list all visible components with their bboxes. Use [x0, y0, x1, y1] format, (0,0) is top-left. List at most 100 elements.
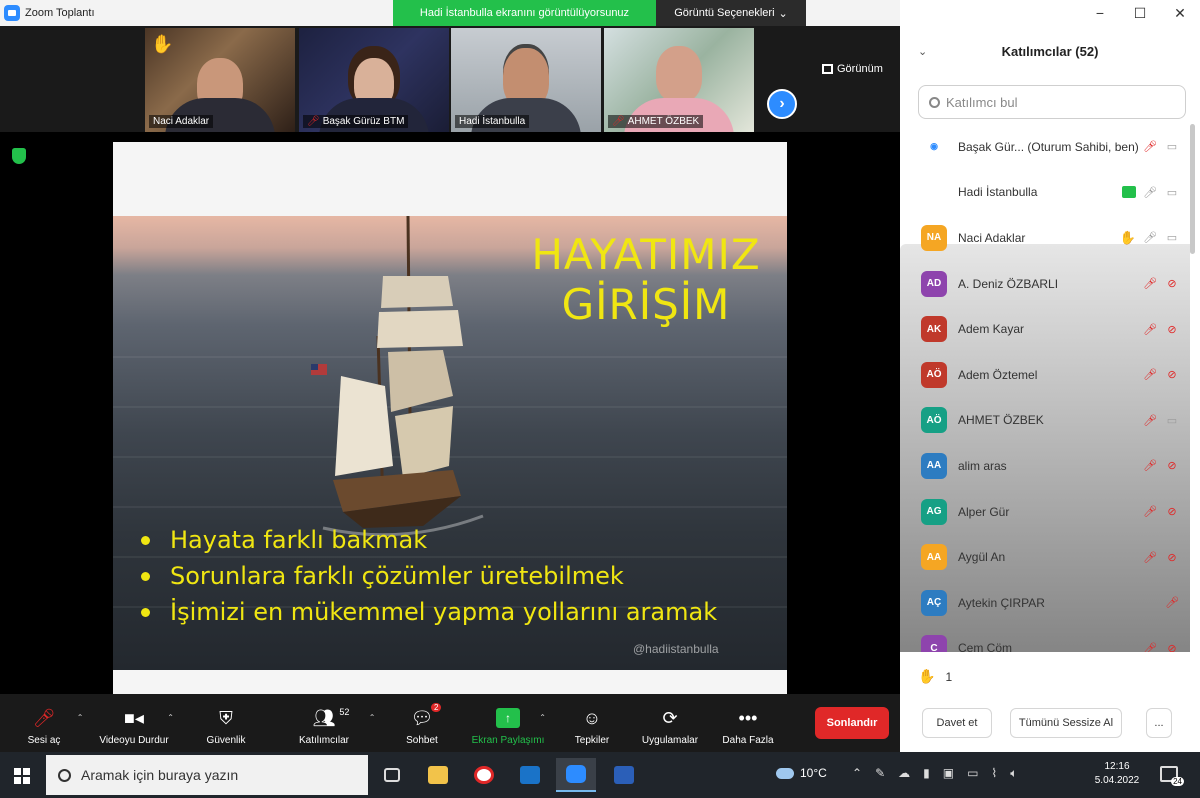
network-icon[interactable]: ⌇	[991, 766, 997, 781]
taskbar-clock[interactable]: 12:16 5.04.2022	[1094, 760, 1140, 788]
mic-icon[interactable]: 🎤︎	[1142, 184, 1158, 200]
taskbar-search-input[interactable]: Aramak için buraya yazın	[46, 755, 368, 795]
mute-all-button[interactable]: Tümünü Sessize Al	[1010, 708, 1122, 738]
apps-button[interactable]: ⟳ Uygulamalar	[630, 700, 710, 747]
view-button[interactable]: Görünüm	[822, 63, 883, 75]
video-off-icon[interactable]: ⊘	[1164, 321, 1180, 337]
collapse-chevron-icon[interactable]: ⌄	[918, 45, 927, 58]
mic-muted-icon[interactable]: 🎤︎	[1142, 412, 1158, 428]
invite-button[interactable]: Davet et	[922, 708, 992, 738]
notification-center-icon[interactable]: 24	[1160, 766, 1184, 786]
participant-row[interactable]: AÖ AHMET ÖZBEK 🎤︎ ▭	[900, 398, 1190, 444]
view-options-button[interactable]: Görüntü Seçenekleri ⌄	[656, 0, 806, 26]
volume-icon[interactable]: 🔈︎	[1010, 766, 1017, 781]
video-off-icon[interactable]: ⊘	[1164, 276, 1180, 292]
encryption-shield-icon[interactable]	[12, 148, 26, 164]
window-controls: − ☐ ✕	[1080, 0, 1200, 26]
grid-view-icon	[822, 64, 833, 74]
mic-muted-icon[interactable]: 🎤︎	[1142, 276, 1158, 292]
toolbar-label: Katılımcılar	[298, 735, 349, 746]
end-meeting-button[interactable]: Sonlandır	[815, 707, 889, 739]
cloud-icon[interactable]: ☁	[898, 766, 910, 781]
mic-muted-icon[interactable]: 🎤︎	[1142, 139, 1158, 155]
video-thumb-ahmet[interactable]: 🎤︎ AHMET ÖZBEK	[604, 28, 754, 132]
video-icon[interactable]: ▭	[1164, 139, 1180, 155]
unmute-button[interactable]: 🎤︎ ⌃ Sesi aç	[4, 700, 84, 747]
mic-muted-icon[interactable]: 🎤︎	[1142, 367, 1158, 383]
participant-name: Naci Adaklar	[958, 230, 1026, 245]
share-screen-button[interactable]: ↑ ⌃ Ekran Paylaşımı	[468, 700, 548, 746]
reactions-button[interactable]: ☺ Tepkiler	[552, 700, 632, 747]
participant-row[interactable]: AÖ Adem Öztemel 🎤︎ ⊘	[900, 352, 1190, 398]
participant-row[interactable]: ◉ Başak Gür... (Oturum Sahibi, ben) 🎤︎ ▭	[900, 124, 1190, 170]
chat-button[interactable]: 💬︎ 2 Sohbet	[382, 700, 462, 746]
mic-muted-icon[interactable]: 🎤︎	[1142, 504, 1158, 520]
display-icon[interactable]: ▣	[943, 766, 954, 781]
pen-icon[interactable]: ✎	[875, 766, 885, 781]
video-icon[interactable]: ▭	[1164, 184, 1180, 200]
toolbar-label: Ekran Paylaşımı	[471, 735, 545, 746]
slide-title: HAYATIMIZ GİRİŞİM	[531, 230, 761, 330]
panel-more-button[interactable]: ...	[1146, 708, 1172, 738]
mic-muted-icon[interactable]: 🎤︎	[1142, 549, 1158, 565]
caret-up-icon[interactable]: ⌃	[369, 713, 376, 722]
yandex-browser-icon[interactable]	[464, 758, 504, 792]
participant-row[interactable]: C Cem Cöm 🎤︎ ⊘	[900, 626, 1190, 652]
video-off-icon[interactable]: ⊘	[1164, 549, 1180, 565]
participant-search-input[interactable]: Katılımcı bul	[918, 85, 1186, 119]
video-off-icon[interactable]: ⊘	[1164, 367, 1180, 383]
minimize-button[interactable]: −	[1080, 0, 1120, 26]
avatar: AK	[921, 316, 947, 343]
task-view-button[interactable]	[372, 758, 412, 792]
participant-row[interactable]: AD A. Deniz ÖZBARLI 🎤︎ ⊘	[900, 261, 1190, 307]
stop-video-button[interactable]: ■◂ ⌃ Videoyu Durdur	[94, 700, 174, 747]
participant-row[interactable]: AÇ Aytekin ÇIRPAR 🎤︎	[900, 580, 1190, 626]
video-thumb-hadi[interactable]: Hadi İstanbulla	[451, 28, 601, 132]
more-button[interactable]: ••• Daha Fazla	[708, 700, 788, 747]
caret-up-icon[interactable]: ⌃	[539, 713, 546, 722]
participants-button[interactable]: 👥︎ 52 ⌃ Katılımcılar	[284, 700, 375, 746]
slide-watermark: @hadiistanbulla	[633, 642, 719, 656]
video-icon[interactable]: ▭	[1164, 412, 1180, 428]
raised-hands-summary: ✋ 1	[918, 668, 952, 685]
participant-row[interactable]: Hadi İstanbulla 🎤︎ ▭	[900, 170, 1190, 652]
video-off-icon[interactable]: ⊘	[1164, 504, 1180, 520]
video-thumb-naci[interactable]: ✋ Naci Adaklar	[145, 28, 295, 132]
weather-widget[interactable]: 10°C	[776, 766, 827, 780]
next-page-button[interactable]: ›	[767, 89, 797, 119]
close-button[interactable]: ✕	[1160, 0, 1200, 26]
windows-start-icon[interactable]	[14, 768, 30, 784]
caret-up-icon[interactable]: ⌃	[77, 713, 84, 722]
chevron-up-icon[interactable]: ⌃	[852, 766, 862, 781]
participant-row[interactable]: AG Alper Gür 🎤︎ ⊘	[900, 489, 1190, 535]
windows-taskbar: Aramak için buraya yazın 10°C ⌃ ✎ ☁ ▮ ▣ …	[0, 752, 1200, 798]
file-explorer-icon[interactable]	[418, 758, 458, 792]
mic-muted-icon[interactable]: 🎤︎	[1142, 321, 1158, 337]
participant-list-scrollbar[interactable]	[1190, 124, 1195, 254]
video-off-icon[interactable]: ⊘	[1164, 640, 1180, 652]
mic-muted-icon[interactable]: 🎤︎	[1164, 595, 1180, 611]
mic-muted-icon[interactable]: 🎤︎	[1142, 458, 1158, 474]
avatar: AA	[921, 452, 947, 479]
participant-row[interactable]: NA Naci Adaklar ✋ 🎤︎ ▭	[900, 215, 1190, 261]
battery-icon[interactable]: ▭	[967, 766, 978, 781]
usb-icon[interactable]: ▮	[923, 766, 930, 781]
video-off-icon[interactable]: ⊘	[1164, 458, 1180, 474]
maximize-button[interactable]: ☐	[1120, 0, 1160, 26]
zoom-taskbar-icon[interactable]	[556, 758, 596, 792]
mic-muted-icon[interactable]: 🎤︎	[1142, 640, 1158, 652]
security-button[interactable]: ⛨ Güvenlik	[186, 700, 266, 747]
participant-name: alim aras	[958, 458, 1007, 473]
shield-icon: ⛨	[219, 707, 233, 728]
outlook-icon[interactable]	[510, 758, 550, 792]
participant-list[interactable]: ◉ Başak Gür... (Oturum Sahibi, ben) 🎤︎ ▭ Had…	[900, 124, 1190, 652]
avatar: C	[921, 635, 947, 652]
video-thumb-basak[interactable]: 🎤︎ Başak Gürüz BTM	[299, 28, 449, 132]
caret-up-icon[interactable]: ⌃	[167, 713, 174, 722]
participant-row[interactable]: AK Adem Kayar 🎤︎ ⊘	[900, 306, 1190, 352]
participant-row[interactable]: AA alim aras 🎤︎ ⊘	[900, 443, 1190, 489]
mic-icon[interactable]: 🎤︎	[1142, 230, 1158, 246]
video-icon[interactable]: ▭	[1164, 230, 1180, 246]
participant-row[interactable]: AA Aygül An 🎤︎ ⊘	[900, 534, 1190, 580]
word-icon[interactable]	[604, 758, 644, 792]
